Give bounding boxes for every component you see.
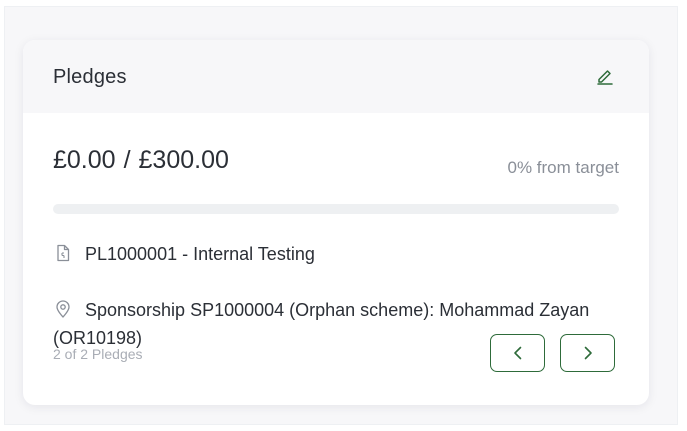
next-pledge-button[interactable] xyxy=(560,334,615,372)
document-icon xyxy=(57,244,70,262)
target-amount: £300.00 xyxy=(138,146,229,174)
pledge-reference: PL1000001 - Internal Testing xyxy=(53,240,619,268)
pledges-card: Pledges £0.00/£300.00 0% from target PL1… xyxy=(23,40,649,405)
pencil-icon xyxy=(597,70,613,85)
edit-button[interactable] xyxy=(591,62,619,90)
amount-separator: / xyxy=(123,146,131,174)
pledge-reference-text: PL1000001 - Internal Testing xyxy=(85,244,315,264)
raised-amount: £0.00 xyxy=(53,146,116,174)
pager-status: 2 of 2 Pledges xyxy=(53,346,143,362)
card-title: Pledges xyxy=(53,66,127,88)
location-pin-icon xyxy=(56,300,70,318)
pledge-amount: £0.00/£300.00 xyxy=(53,146,229,175)
chevron-left-icon xyxy=(513,346,521,360)
previous-pledge-button[interactable] xyxy=(490,334,545,372)
progress-percentage: 0% from target xyxy=(507,158,620,177)
card-header: Pledges xyxy=(23,40,649,113)
chevron-right-icon xyxy=(584,346,592,360)
progress-bar xyxy=(53,204,619,214)
